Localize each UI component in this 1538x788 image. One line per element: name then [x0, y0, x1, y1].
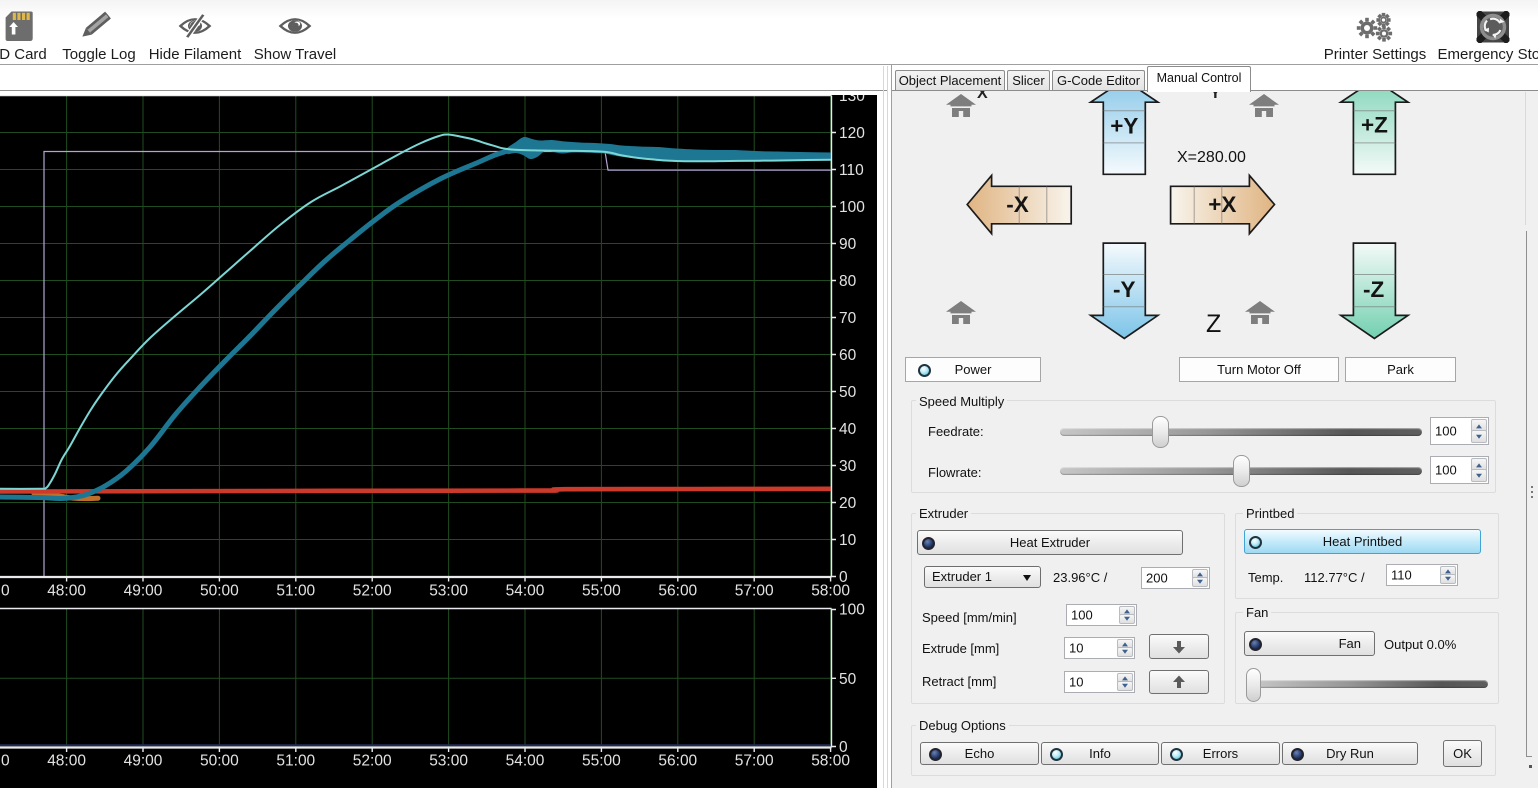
svg-text:56:00: 56:00	[658, 753, 697, 770]
svg-text:48:00: 48:00	[47, 753, 86, 770]
svg-text:100: 100	[839, 199, 865, 216]
svg-text:-X: -X	[1006, 192, 1029, 217]
svg-text:60: 60	[839, 347, 857, 364]
svg-text:51:00: 51:00	[276, 583, 315, 600]
svg-text:0: 0	[1, 583, 10, 600]
svg-text:57:00: 57:00	[735, 753, 774, 770]
svg-text:58:00: 58:00	[811, 583, 850, 600]
svg-text:56:00: 56:00	[658, 583, 697, 600]
svg-text:54:00: 54:00	[506, 583, 545, 600]
svg-text:55:00: 55:00	[582, 583, 621, 600]
svg-text:57:00: 57:00	[735, 583, 774, 600]
svg-text:49:00: 49:00	[124, 753, 163, 770]
svg-text:0: 0	[1, 753, 10, 770]
svg-text:55:00: 55:00	[582, 753, 621, 770]
svg-text:90: 90	[839, 236, 857, 253]
svg-text:20: 20	[839, 495, 857, 512]
svg-text:30: 30	[839, 458, 857, 475]
svg-text:40: 40	[839, 421, 857, 438]
svg-text:+X: +X	[1208, 192, 1236, 217]
svg-text:120: 120	[839, 125, 865, 142]
svg-text:50:00: 50:00	[200, 583, 239, 600]
svg-text:50: 50	[839, 671, 857, 688]
svg-text:+Z: +Z	[1361, 113, 1388, 138]
svg-text:50:00: 50:00	[200, 753, 239, 770]
svg-text:58:00: 58:00	[811, 753, 850, 770]
svg-text:52:00: 52:00	[353, 753, 392, 770]
svg-text:80: 80	[839, 273, 857, 290]
svg-text:110: 110	[839, 162, 864, 179]
svg-text:50: 50	[839, 384, 857, 401]
svg-text:100: 100	[839, 602, 865, 619]
svg-text:53:00: 53:00	[429, 583, 468, 600]
svg-text:-Y: -Y	[1113, 277, 1136, 302]
svg-text:70: 70	[839, 310, 857, 327]
svg-text:+Y: +Y	[1110, 114, 1138, 139]
svg-text:52:00: 52:00	[353, 583, 392, 600]
svg-text:10: 10	[839, 532, 857, 549]
svg-text:54:00: 54:00	[506, 753, 545, 770]
svg-text:51:00: 51:00	[276, 753, 315, 770]
svg-text:49:00: 49:00	[124, 583, 163, 600]
svg-text:-Z: -Z	[1363, 277, 1384, 302]
svg-text:48:00: 48:00	[47, 583, 86, 600]
svg-text:53:00: 53:00	[429, 753, 468, 770]
